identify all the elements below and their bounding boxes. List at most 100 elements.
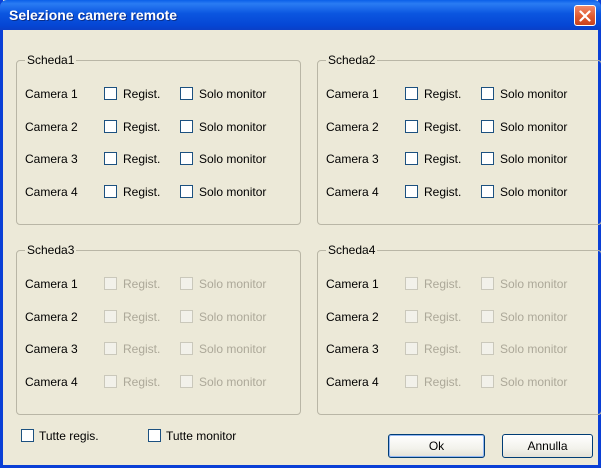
solo-monitor-checkbox bbox=[481, 342, 494, 355]
solo-monitor-checkbox[interactable] bbox=[481, 120, 494, 133]
regist-checkbox bbox=[405, 375, 418, 388]
regist-label[interactable]: Regist. bbox=[123, 185, 160, 199]
camera-label: Camera 4 bbox=[25, 375, 78, 389]
solo-monitor-label[interactable]: Solo monitor bbox=[500, 185, 567, 199]
regist-checkbox[interactable] bbox=[405, 87, 418, 100]
camera-row: Camera 4 Regist. Solo monitor bbox=[25, 374, 295, 390]
solo-monitor-checkbox[interactable] bbox=[180, 120, 193, 133]
camera-row: Camera 1 Regist. Solo monitor bbox=[326, 276, 596, 292]
solo-monitor-checkbox bbox=[481, 277, 494, 290]
solo-monitor-checkbox bbox=[180, 342, 193, 355]
regist-label: Regist. bbox=[424, 310, 462, 324]
camera-label: Camera 3 bbox=[25, 342, 78, 356]
regist-label[interactable]: Regist. bbox=[424, 185, 461, 199]
regist-label: Regist. bbox=[123, 310, 161, 324]
regist-checkbox bbox=[405, 310, 418, 323]
solo-monitor-checkbox[interactable] bbox=[180, 152, 193, 165]
close-icon bbox=[579, 10, 591, 22]
camera-row: Camera 3 Regist. Solo monitor bbox=[25, 151, 295, 167]
solo-monitor-checkbox bbox=[180, 310, 193, 323]
regist-label: Regist. bbox=[123, 342, 161, 356]
camera-row: Camera 2 Regist. Solo monitor bbox=[326, 309, 596, 325]
camera-row: Camera 3 Regist. Solo monitor bbox=[25, 341, 295, 357]
regist-checkbox bbox=[104, 310, 117, 323]
group-label: Scheda3 bbox=[25, 243, 77, 257]
camera-row: Camera 2 Regist. Solo monitor bbox=[326, 119, 596, 135]
solo-monitor-checkbox[interactable] bbox=[180, 87, 193, 100]
close-button[interactable] bbox=[574, 5, 596, 26]
cancel-button[interactable]: Annulla bbox=[502, 434, 593, 458]
group-label: Scheda1 bbox=[25, 53, 77, 67]
group-scheda4: Scheda4 Camera 1 Regist. Solo monitor Ca… bbox=[317, 243, 601, 415]
group-label: Scheda2 bbox=[326, 53, 378, 67]
solo-monitor-checkbox[interactable] bbox=[180, 185, 193, 198]
all-regist-checkbox[interactable] bbox=[21, 429, 34, 442]
solo-monitor-label[interactable]: Solo monitor bbox=[500, 87, 567, 101]
all-monitor-checkbox[interactable] bbox=[148, 429, 161, 442]
regist-checkbox[interactable] bbox=[104, 185, 117, 198]
dialog-title: Selezione camere remote bbox=[9, 7, 178, 23]
regist-label[interactable]: Regist. bbox=[123, 120, 160, 134]
group-scheda1: Scheda1 Camera 1 Regist. Solo monitor Ca… bbox=[16, 53, 301, 225]
solo-monitor-checkbox bbox=[180, 375, 193, 388]
camera-row: Camera 4 Regist. Solo monitor bbox=[326, 374, 596, 390]
solo-monitor-label: Solo monitor bbox=[500, 342, 568, 356]
solo-monitor-label[interactable]: Solo monitor bbox=[500, 120, 567, 134]
regist-checkbox[interactable] bbox=[405, 185, 418, 198]
solo-monitor-label[interactable]: Solo monitor bbox=[199, 120, 266, 134]
camera-row: Camera 4 Regist. Solo monitor bbox=[25, 184, 295, 200]
regist-checkbox bbox=[104, 342, 117, 355]
regist-checkbox[interactable] bbox=[104, 152, 117, 165]
camera-label: Camera 3 bbox=[326, 152, 379, 166]
regist-label[interactable]: Regist. bbox=[123, 87, 160, 101]
camera-label: Camera 1 bbox=[25, 87, 78, 101]
solo-monitor-label: Solo monitor bbox=[500, 310, 568, 324]
regist-label: Regist. bbox=[424, 277, 462, 291]
solo-monitor-label[interactable]: Solo monitor bbox=[199, 185, 266, 199]
all-regist-label[interactable]: Tutte regis. bbox=[39, 429, 99, 443]
solo-monitor-label: Solo monitor bbox=[199, 375, 267, 389]
regist-label: Regist. bbox=[123, 375, 161, 389]
dialog-window: Selezione camere remote Scheda1 Camera 1… bbox=[0, 0, 601, 468]
camera-row: Camera 4 Regist. Solo monitor bbox=[326, 184, 596, 200]
regist-checkbox[interactable] bbox=[104, 87, 117, 100]
solo-monitor-label[interactable]: Solo monitor bbox=[199, 87, 266, 101]
regist-label[interactable]: Regist. bbox=[424, 87, 461, 101]
camera-label: Camera 4 bbox=[326, 185, 379, 199]
camera-label: Camera 2 bbox=[25, 120, 78, 134]
regist-label[interactable]: Regist. bbox=[424, 120, 461, 134]
camera-label: Camera 2 bbox=[25, 310, 78, 324]
camera-label: Camera 3 bbox=[25, 152, 78, 166]
solo-monitor-checkbox[interactable] bbox=[481, 87, 494, 100]
solo-monitor-label: Solo monitor bbox=[199, 310, 267, 324]
regist-label[interactable]: Regist. bbox=[123, 152, 160, 166]
solo-monitor-checkbox[interactable] bbox=[481, 152, 494, 165]
regist-label: Regist. bbox=[424, 375, 462, 389]
solo-monitor-label: Solo monitor bbox=[199, 277, 267, 291]
solo-monitor-label[interactable]: Solo monitor bbox=[500, 152, 567, 166]
group-label: Scheda4 bbox=[326, 243, 378, 257]
camera-label: Camera 1 bbox=[25, 277, 78, 291]
title-bar[interactable]: Selezione camere remote bbox=[0, 0, 601, 30]
solo-monitor-checkbox[interactable] bbox=[481, 185, 494, 198]
regist-checkbox[interactable] bbox=[405, 120, 418, 133]
solo-monitor-label[interactable]: Solo monitor bbox=[199, 152, 266, 166]
group-scheda3: Scheda3 Camera 1 Regist. Solo monitor Ca… bbox=[16, 243, 301, 415]
camera-label: Camera 4 bbox=[326, 375, 379, 389]
all-monitor-label[interactable]: Tutte monitor bbox=[166, 429, 236, 443]
all-monitor-option[interactable]: Tutte monitor bbox=[148, 428, 268, 444]
solo-monitor-checkbox bbox=[481, 310, 494, 323]
camera-label: Camera 3 bbox=[326, 342, 379, 356]
regist-label: Regist. bbox=[424, 342, 462, 356]
camera-label: Camera 1 bbox=[326, 87, 379, 101]
regist-label[interactable]: Regist. bbox=[424, 152, 461, 166]
all-regist-option[interactable]: Tutte regis. bbox=[21, 428, 131, 444]
regist-checkbox[interactable] bbox=[405, 152, 418, 165]
solo-monitor-label: Solo monitor bbox=[500, 375, 568, 389]
solo-monitor-checkbox bbox=[180, 277, 193, 290]
camera-row: Camera 1 Regist. Solo monitor bbox=[326, 86, 596, 102]
regist-checkbox[interactable] bbox=[104, 120, 117, 133]
regist-checkbox bbox=[104, 277, 117, 290]
camera-row: Camera 3 Regist. Solo monitor bbox=[326, 341, 596, 357]
ok-button[interactable]: Ok bbox=[388, 434, 485, 458]
